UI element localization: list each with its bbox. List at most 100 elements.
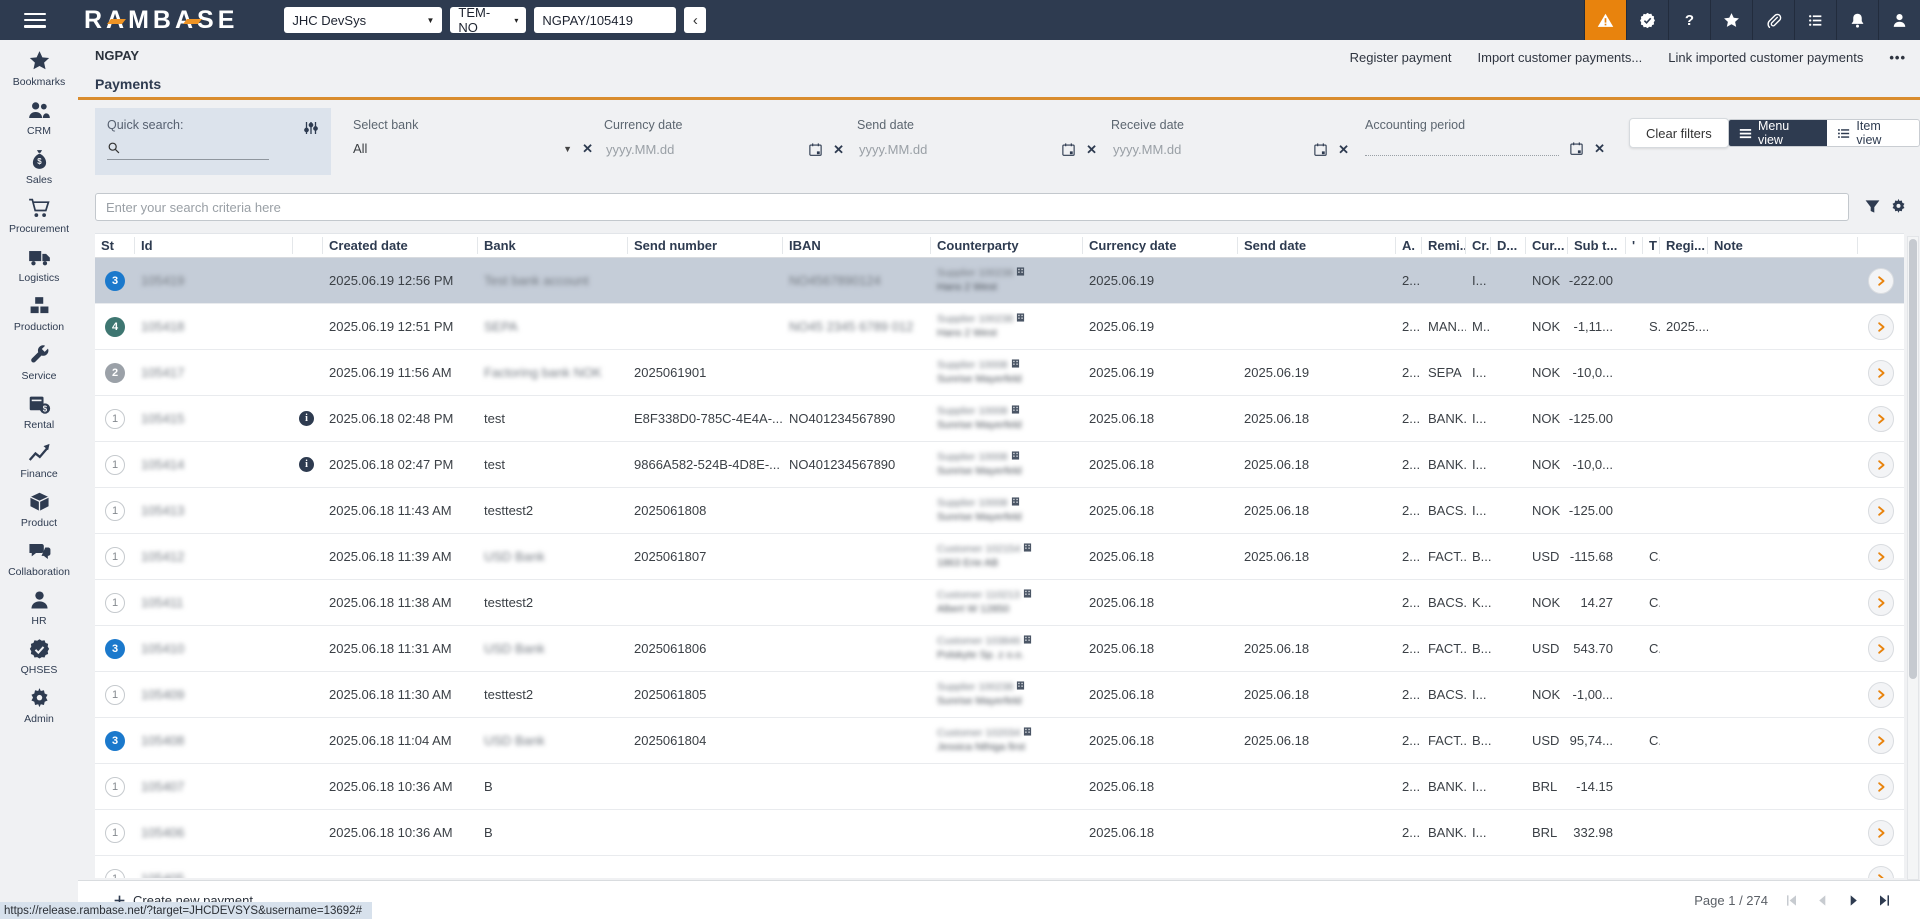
scrollbar-thumb[interactable] bbox=[1909, 239, 1917, 679]
sidebar-item-service[interactable]: Service bbox=[0, 344, 78, 382]
table-row[interactable]: 1 105415 i 2025.06.18 02:48 PM test E8F3… bbox=[95, 396, 1904, 442]
sidebar-item-sales[interactable]: $ Sales bbox=[0, 148, 78, 186]
table-row[interactable]: 3 105408 i 2025.06.18 11:04 AM USD Bank … bbox=[95, 718, 1904, 764]
col-header-d[interactable]: D... bbox=[1491, 237, 1526, 254]
col-header-send-date[interactable]: Send date bbox=[1238, 237, 1396, 254]
calendar-icon[interactable] bbox=[1061, 142, 1076, 157]
open-row-button[interactable] bbox=[1868, 590, 1894, 616]
sidebar-item-bookmarks[interactable]: Bookmarks bbox=[0, 50, 78, 88]
table-row[interactable]: 2 105417 i 2025.06.19 11:56 AM Factoring… bbox=[95, 350, 1904, 396]
last-page-button[interactable] bbox=[1877, 893, 1892, 908]
first-page-button[interactable] bbox=[1784, 893, 1799, 908]
col-header-id[interactable]: Id bbox=[135, 237, 293, 254]
open-row-button[interactable] bbox=[1868, 268, 1894, 294]
clear-accounting-period-icon[interactable]: ✕ bbox=[1594, 142, 1605, 155]
attachment-icon[interactable] bbox=[1752, 0, 1794, 40]
system-select[interactable]: JHC DevSys▼ bbox=[284, 7, 442, 33]
col-header-sub-total[interactable]: Sub t... bbox=[1568, 237, 1626, 254]
filter-funnel-icon[interactable] bbox=[1864, 198, 1881, 220]
approval-icon[interactable] bbox=[1626, 0, 1668, 40]
sidebar-item-rental[interactable]: $ Rental bbox=[0, 393, 78, 431]
col-header-note[interactable]: Note bbox=[1708, 237, 1858, 254]
table-row[interactable]: 3 105419 i 2025.06.19 12:56 PM Test bank… bbox=[95, 258, 1904, 304]
chevron-down-icon[interactable]: ▼ bbox=[563, 144, 572, 154]
clear-currency-date-icon[interactable]: ✕ bbox=[833, 143, 844, 156]
calendar-icon[interactable] bbox=[808, 142, 823, 157]
table-row[interactable]: 1 105411 i 2025.06.18 11:38 AM testtest2… bbox=[95, 580, 1904, 626]
previous-page-button[interactable] bbox=[1815, 893, 1830, 908]
filter-settings-icon[interactable] bbox=[303, 120, 319, 141]
table-row[interactable]: 1 105407 i 2025.06.18 10:36 AM B 2025.06… bbox=[95, 764, 1904, 810]
favorites-icon[interactable] bbox=[1710, 0, 1752, 40]
table-row[interactable]: 1 105406 i 2025.06.18 10:36 AM B 2025.06… bbox=[95, 810, 1904, 856]
search-criteria-input[interactable] bbox=[95, 193, 1849, 221]
clear-receive-date-icon[interactable]: ✕ bbox=[1338, 143, 1349, 156]
sidebar-item-hr[interactable]: HR bbox=[0, 589, 78, 627]
open-row-button[interactable] bbox=[1868, 360, 1894, 386]
table-row[interactable]: 1 105414 i 2025.06.18 02:47 PM test 9866… bbox=[95, 442, 1904, 488]
import-customer-payments-link[interactable]: Import customer payments... bbox=[1478, 50, 1643, 65]
open-row-button[interactable] bbox=[1868, 820, 1894, 846]
calendar-icon[interactable] bbox=[1569, 141, 1584, 156]
clear-send-date-icon[interactable]: ✕ bbox=[1086, 143, 1097, 156]
open-row-button[interactable] bbox=[1868, 728, 1894, 754]
open-row-button[interactable] bbox=[1868, 774, 1894, 800]
open-row-button[interactable] bbox=[1868, 866, 1894, 879]
col-header-st[interactable]: St bbox=[95, 237, 135, 254]
col-header-t[interactable]: T bbox=[1643, 237, 1660, 254]
link-imported-customer-payments-link[interactable]: Link imported customer payments bbox=[1668, 50, 1863, 65]
back-button[interactable]: ‹ bbox=[684, 7, 706, 33]
table-settings-gear-icon[interactable] bbox=[1890, 198, 1907, 220]
table-row[interactable]: 1 105413 i 2025.06.18 11:43 AM testtest2… bbox=[95, 488, 1904, 534]
currency-date-input[interactable] bbox=[604, 141, 714, 158]
open-row-button[interactable] bbox=[1868, 406, 1894, 432]
sidebar-item-finance[interactable]: Finance bbox=[0, 442, 78, 480]
tasks-icon[interactable] bbox=[1794, 0, 1836, 40]
col-header-bank[interactable]: Bank bbox=[478, 237, 628, 254]
sidebar-item-product[interactable]: Product bbox=[0, 491, 78, 529]
col-header-quote[interactable]: ' bbox=[1626, 237, 1643, 254]
sidebar-item-procurement[interactable]: Procurement bbox=[0, 197, 78, 235]
open-row-button[interactable] bbox=[1868, 544, 1894, 570]
col-header-iban[interactable]: IBAN bbox=[783, 237, 931, 254]
more-actions-button[interactable]: ••• bbox=[1889, 50, 1906, 65]
send-date-input[interactable] bbox=[857, 141, 967, 158]
open-row-button[interactable] bbox=[1868, 636, 1894, 662]
table-row[interactable]: 1 105405 i bbox=[95, 856, 1904, 878]
col-header-currency-date[interactable]: Currency date bbox=[1083, 237, 1238, 254]
col-header-counterparty[interactable]: Counterparty bbox=[931, 237, 1083, 254]
table-row[interactable]: 1 105409 i 2025.06.18 11:30 AM testtest2… bbox=[95, 672, 1904, 718]
clear-bank-icon[interactable]: ✕ bbox=[582, 142, 593, 155]
sidebar-item-crm[interactable]: CRM bbox=[0, 99, 78, 137]
calendar-icon[interactable] bbox=[1313, 142, 1328, 157]
col-header-regi[interactable]: Regi... bbox=[1660, 237, 1708, 254]
col-header-open[interactable] bbox=[1858, 237, 1904, 254]
table-row[interactable]: 3 105410 i 2025.06.18 11:31 AM USD Bank … bbox=[95, 626, 1904, 672]
program-id-input[interactable]: NGPAY/105419 bbox=[534, 7, 676, 33]
col-header-cr[interactable]: Cr... bbox=[1466, 237, 1491, 254]
col-header-remi[interactable]: Remi... bbox=[1422, 237, 1466, 254]
accounting-period-input[interactable] bbox=[1365, 141, 1559, 156]
col-header-info[interactable] bbox=[293, 237, 323, 254]
open-row-button[interactable] bbox=[1868, 452, 1894, 478]
open-row-button[interactable] bbox=[1868, 682, 1894, 708]
table-row[interactable]: 1 105412 i 2025.06.18 11:39 AM USD Bank … bbox=[95, 534, 1904, 580]
vertical-scrollbar[interactable] bbox=[1907, 236, 1919, 880]
sidebar-item-logistics[interactable]: Logistics bbox=[0, 246, 78, 284]
next-page-button[interactable] bbox=[1846, 893, 1861, 908]
help-icon[interactable]: ? bbox=[1668, 0, 1710, 40]
database-select[interactable]: TEM-NO▾ bbox=[450, 7, 526, 33]
col-header-a[interactable]: A. bbox=[1396, 237, 1422, 254]
bank-filter-value[interactable]: All bbox=[353, 141, 367, 156]
sidebar-item-production[interactable]: Production bbox=[0, 295, 78, 333]
table-row[interactable]: 4 105418 i 2025.06.19 12:51 PM SEPA NO45… bbox=[95, 304, 1904, 350]
register-payment-link[interactable]: Register payment bbox=[1350, 50, 1452, 65]
col-header-created-date[interactable]: Created date bbox=[323, 237, 478, 254]
col-header-cur[interactable]: Cur... bbox=[1526, 237, 1568, 254]
clear-filters-button[interactable]: Clear filters bbox=[1629, 118, 1729, 148]
receive-date-input[interactable] bbox=[1111, 141, 1221, 158]
alert-icon[interactable] bbox=[1584, 0, 1626, 40]
menu-icon[interactable] bbox=[24, 13, 46, 28]
user-icon[interactable] bbox=[1878, 0, 1920, 40]
open-row-button[interactable] bbox=[1868, 498, 1894, 524]
